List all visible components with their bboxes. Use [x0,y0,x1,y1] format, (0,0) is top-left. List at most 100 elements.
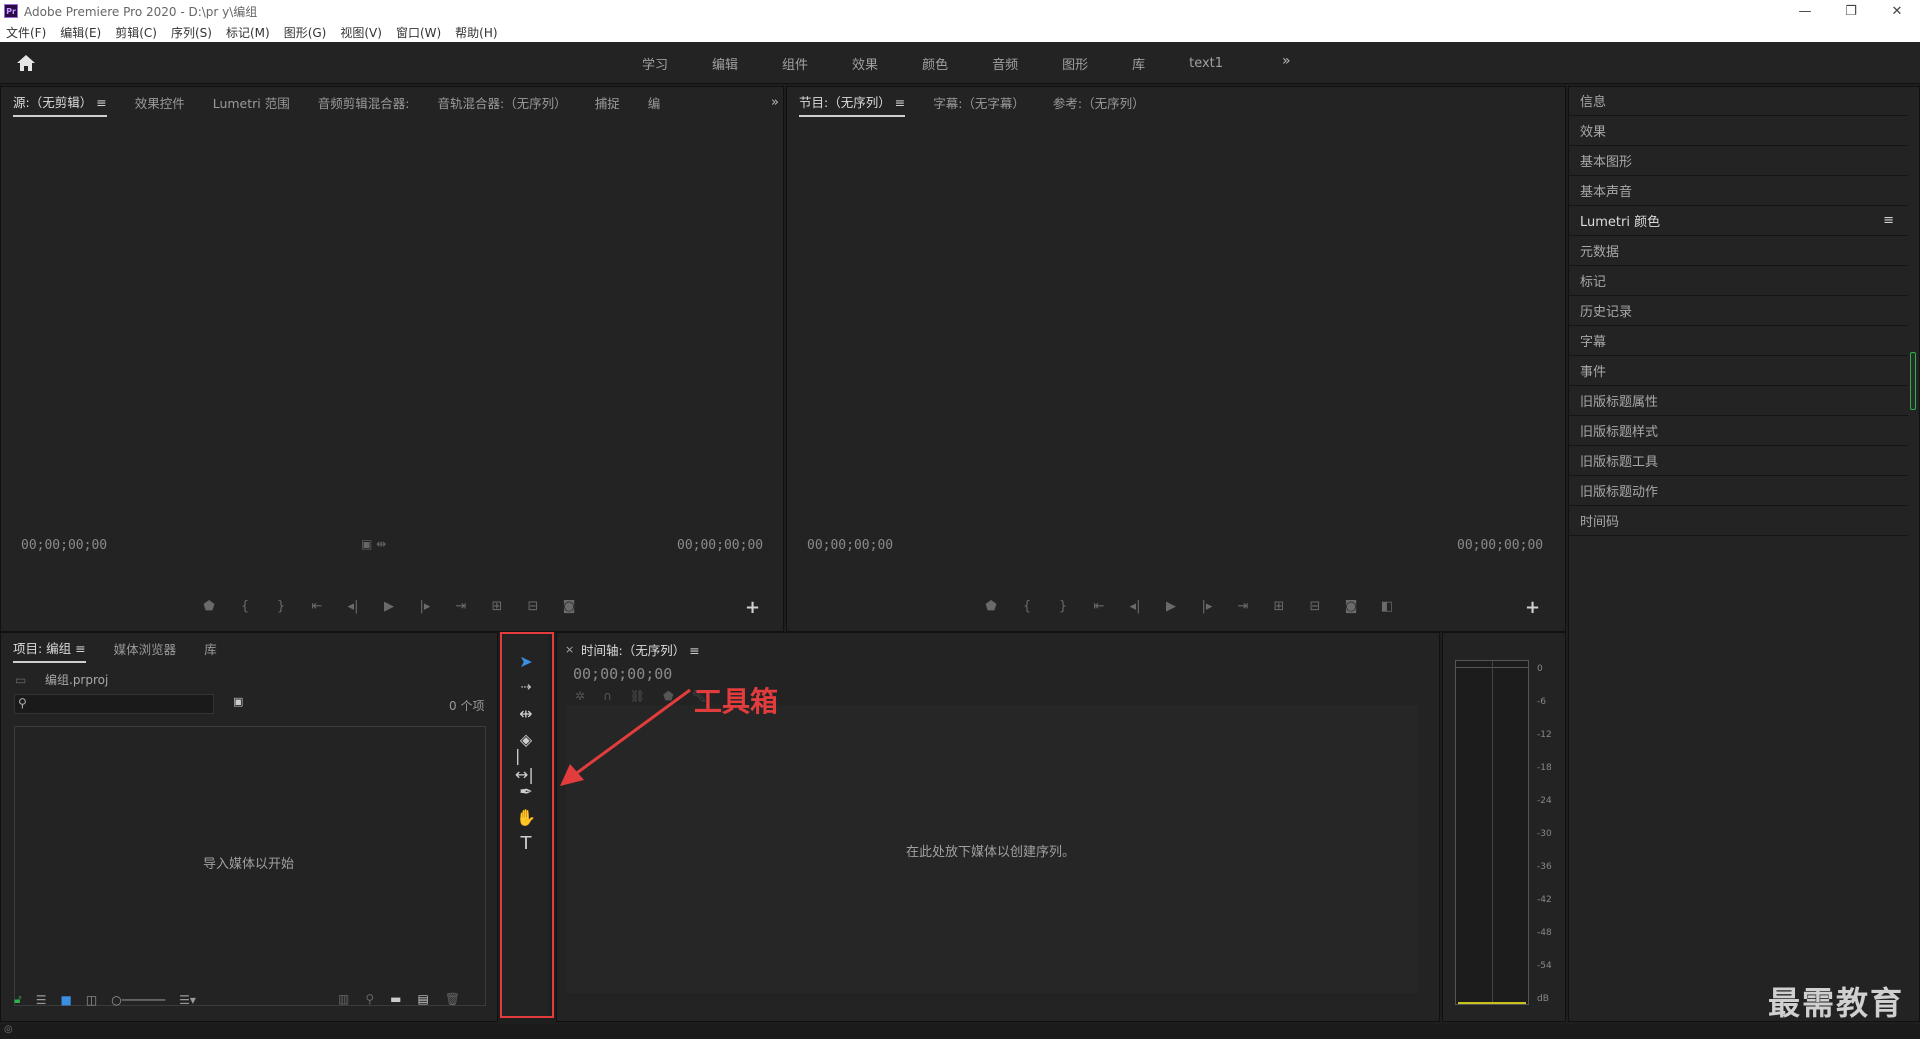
panel-item-legacy-title-tools[interactable]: 旧版标题工具 [1568,446,1908,476]
add-marker-icon[interactable]: ⬟ [191,599,227,614]
menu-file[interactable]: 文件(F) [6,24,46,41]
mark-out-icon[interactable]: } [1045,599,1081,614]
workspace-tab-color[interactable]: 颜色 [900,54,970,73]
button-editor-plus-icon[interactable]: + [745,597,760,618]
step-forward-icon[interactable]: |▸ [1189,599,1225,614]
close-tab-icon[interactable]: × [565,643,574,656]
freeform-view-icon[interactable]: ◫ [86,993,97,1007]
panel-item-timecode[interactable]: 时间码 [1568,506,1908,536]
automate-to-sequence-icon[interactable]: ▥ [338,992,349,1006]
tab-program[interactable]: 节目:（无序列） ≡ [799,88,906,117]
zoom-slider[interactable]: ○────── [111,993,165,1007]
panel-menu-icon[interactable]: ≡ [96,95,106,110]
find-icon[interactable]: ⚲ [365,992,374,1006]
insert-icon[interactable]: ⊞ [479,599,515,614]
tab-project[interactable]: 项目: 编组 ≡ [13,634,86,663]
panel-item-metadata[interactable]: 元数据 [1568,236,1908,266]
new-search-bin-icon[interactable]: ▣ [233,695,243,708]
tab-lumetri-scopes[interactable]: Lumetri 范围 [213,89,290,116]
tab-captions[interactable]: 字幕:（无字幕） [933,89,1025,116]
menu-graphics[interactable]: 图形(G) [284,24,327,41]
extract-icon[interactable]: ⊟ [1297,599,1333,614]
list-view-icon[interactable]: ☰ [36,993,47,1007]
tab-reference[interactable]: 参考:（无序列） [1053,89,1145,116]
menu-edit[interactable]: 编辑(E) [60,24,101,41]
menu-marker[interactable]: 标记(M) [226,24,270,41]
lift-icon[interactable]: ⊞ [1261,599,1297,614]
new-item-icon[interactable]: ▤ [417,992,428,1006]
tab-source[interactable]: 源:（无剪辑） ≡ [13,88,107,117]
home-icon[interactable] [16,54,36,72]
overwrite-icon[interactable]: ⊟ [515,599,551,614]
go-to-in-icon[interactable]: ⇤ [1081,599,1117,614]
source-timecode-current[interactable]: 00;00;00;00 [21,538,107,553]
menu-help[interactable]: 帮助(H) [455,24,497,41]
lock-icon[interactable]: 🔓︎ [14,992,22,1007]
workspace-tab-assembly[interactable]: 组件 [760,54,830,73]
tab-capture[interactable]: 捕捉 [595,89,620,116]
panel-menu-icon[interactable]: ≡ [1883,213,1894,228]
program-timecode-current[interactable]: 00;00;00;00 [807,538,893,553]
tab-audio-track-mixer[interactable]: 音轨混合器:（无序列） [437,89,566,116]
panel-item-essential-graphics[interactable]: 基本图形 [1568,146,1908,176]
mark-out-icon[interactable]: } [263,599,299,614]
menu-sequence[interactable]: 序列(S) [171,24,212,41]
menu-view[interactable]: 视图(V) [340,24,382,41]
button-editor-plus-icon[interactable]: + [1525,597,1540,618]
add-marker-icon[interactable]: ⬟ [973,599,1009,614]
step-forward-icon[interactable]: |▸ [407,599,443,614]
icon-view-icon[interactable]: ■ [61,993,72,1007]
sort-icon[interactable]: ☰▾ [179,993,196,1007]
drop-frame-icon[interactable]: ▣ ⇹ [361,537,386,551]
go-to-out-icon[interactable]: ⇥ [1225,599,1261,614]
panel-item-effects[interactable]: 效果 [1568,116,1908,146]
tab-edit-truncated[interactable]: 编 [648,89,661,116]
vertical-scrollbar[interactable] [1910,352,1916,410]
panel-item-legacy-title-actions[interactable]: 旧版标题动作 [1568,476,1908,506]
tab-libraries[interactable]: 库 [204,635,217,662]
export-frame-icon[interactable]: ◙ [551,599,587,614]
panel-item-captions[interactable]: 字幕 [1568,326,1908,356]
workspace-tab-graphics[interactable]: 图形 [1040,54,1110,73]
workspace-tab-editing[interactable]: 编辑 [690,54,760,73]
panel-item-markers[interactable]: 标记 [1568,266,1908,296]
tab-timeline[interactable]: 时间轴:（无序列） ≡ [581,640,700,659]
panel-overflow-icon[interactable]: » [771,95,779,110]
panel-item-legacy-title-styles[interactable]: 旧版标题样式 [1568,416,1908,446]
minimize-icon[interactable]: — [1782,0,1828,22]
tab-effect-controls[interactable]: 效果控件 [135,89,185,116]
panel-item-lumetri-color[interactable]: Lumetri 颜色 ≡ [1568,206,1908,236]
play-icon[interactable]: ▶ [1153,599,1189,614]
workspace-tab-text1[interactable]: text1 [1167,56,1245,71]
menu-window[interactable]: 窗口(W) [396,24,441,41]
panel-menu-icon[interactable]: ≡ [75,641,85,656]
comparison-view-icon[interactable]: ◧ [1369,599,1405,614]
export-frame-icon[interactable]: ◙ [1333,599,1369,614]
project-search-input[interactable]: ⚲ [14,694,214,714]
mark-in-icon[interactable]: { [1009,599,1045,614]
trash-icon[interactable]: 🗑︎ [445,992,460,1006]
tab-media-browser[interactable]: 媒体浏览器 [114,635,177,662]
workspace-tab-learn[interactable]: 学习 [620,54,690,73]
panel-item-legacy-title-properties[interactable]: 旧版标题属性 [1568,386,1908,416]
restore-icon[interactable]: ❐ [1828,0,1874,22]
panel-item-events[interactable]: 事件 [1568,356,1908,386]
new-bin-icon[interactable]: ▬ [390,992,401,1006]
project-drop-area[interactable]: 导入媒体以开始 [14,726,486,1006]
workspace-tab-audio[interactable]: 音频 [970,54,1040,73]
go-to-in-icon[interactable]: ⇤ [299,599,335,614]
step-back-icon[interactable]: ◂| [335,599,371,614]
panel-menu-icon[interactable]: ≡ [689,643,699,658]
menu-clip[interactable]: 剪辑(C) [115,24,157,41]
panel-item-essential-sound[interactable]: 基本声音 [1568,176,1908,206]
workspace-tab-effects[interactable]: 效果 [830,54,900,73]
play-icon[interactable]: ▶ [371,599,407,614]
go-to-out-icon[interactable]: ⇥ [443,599,479,614]
tab-audio-clip-mixer[interactable]: 音频剪辑混合器: [318,89,410,116]
panel-item-history[interactable]: 历史记录 [1568,296,1908,326]
panel-menu-icon[interactable]: ≡ [895,95,905,110]
workspace-overflow-icon[interactable]: » [1282,53,1291,69]
close-icon[interactable]: ✕ [1874,0,1920,22]
panel-item-info[interactable]: 信息 [1568,86,1908,116]
mark-in-icon[interactable]: { [227,599,263,614]
